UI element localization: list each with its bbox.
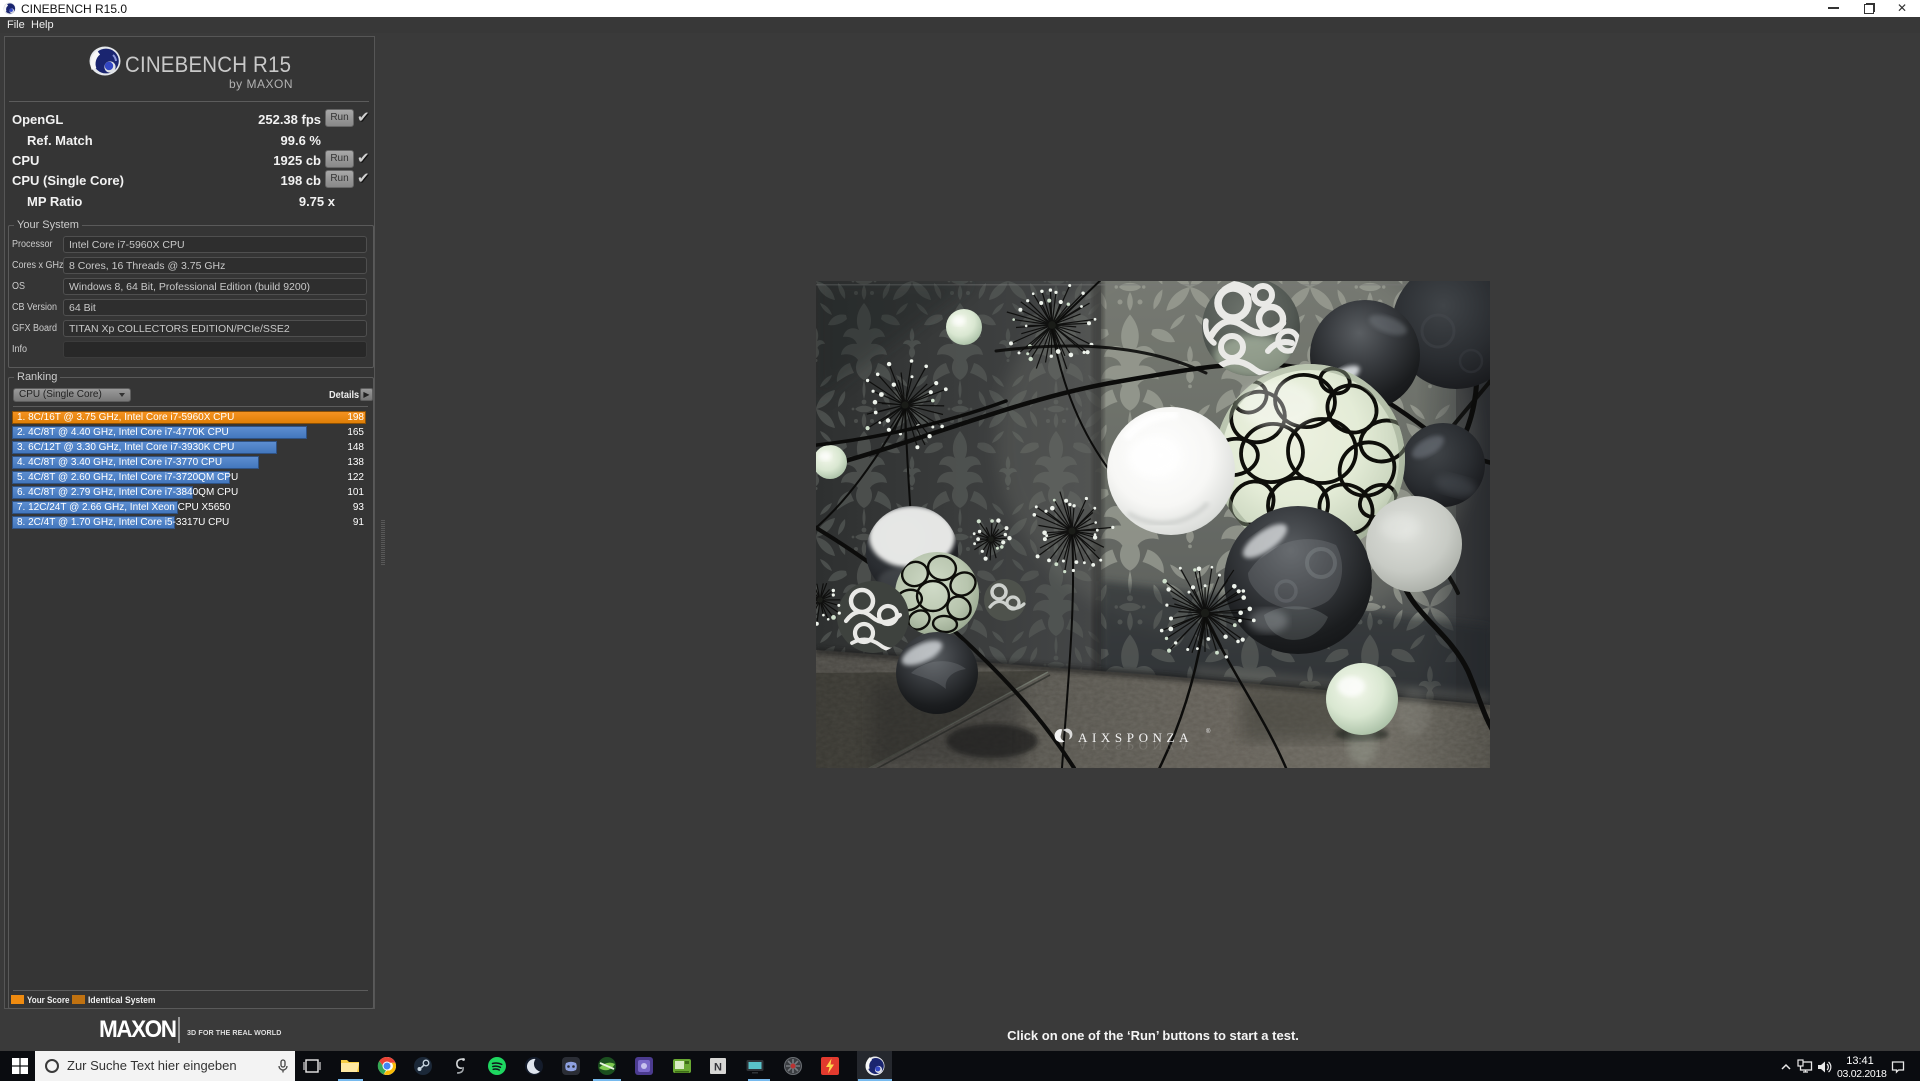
svg-text:®: ® [1206, 728, 1211, 735]
svg-text:N: N [714, 1062, 722, 1074]
svg-text:AIXSPONZA: AIXSPONZA [1078, 738, 1193, 753]
